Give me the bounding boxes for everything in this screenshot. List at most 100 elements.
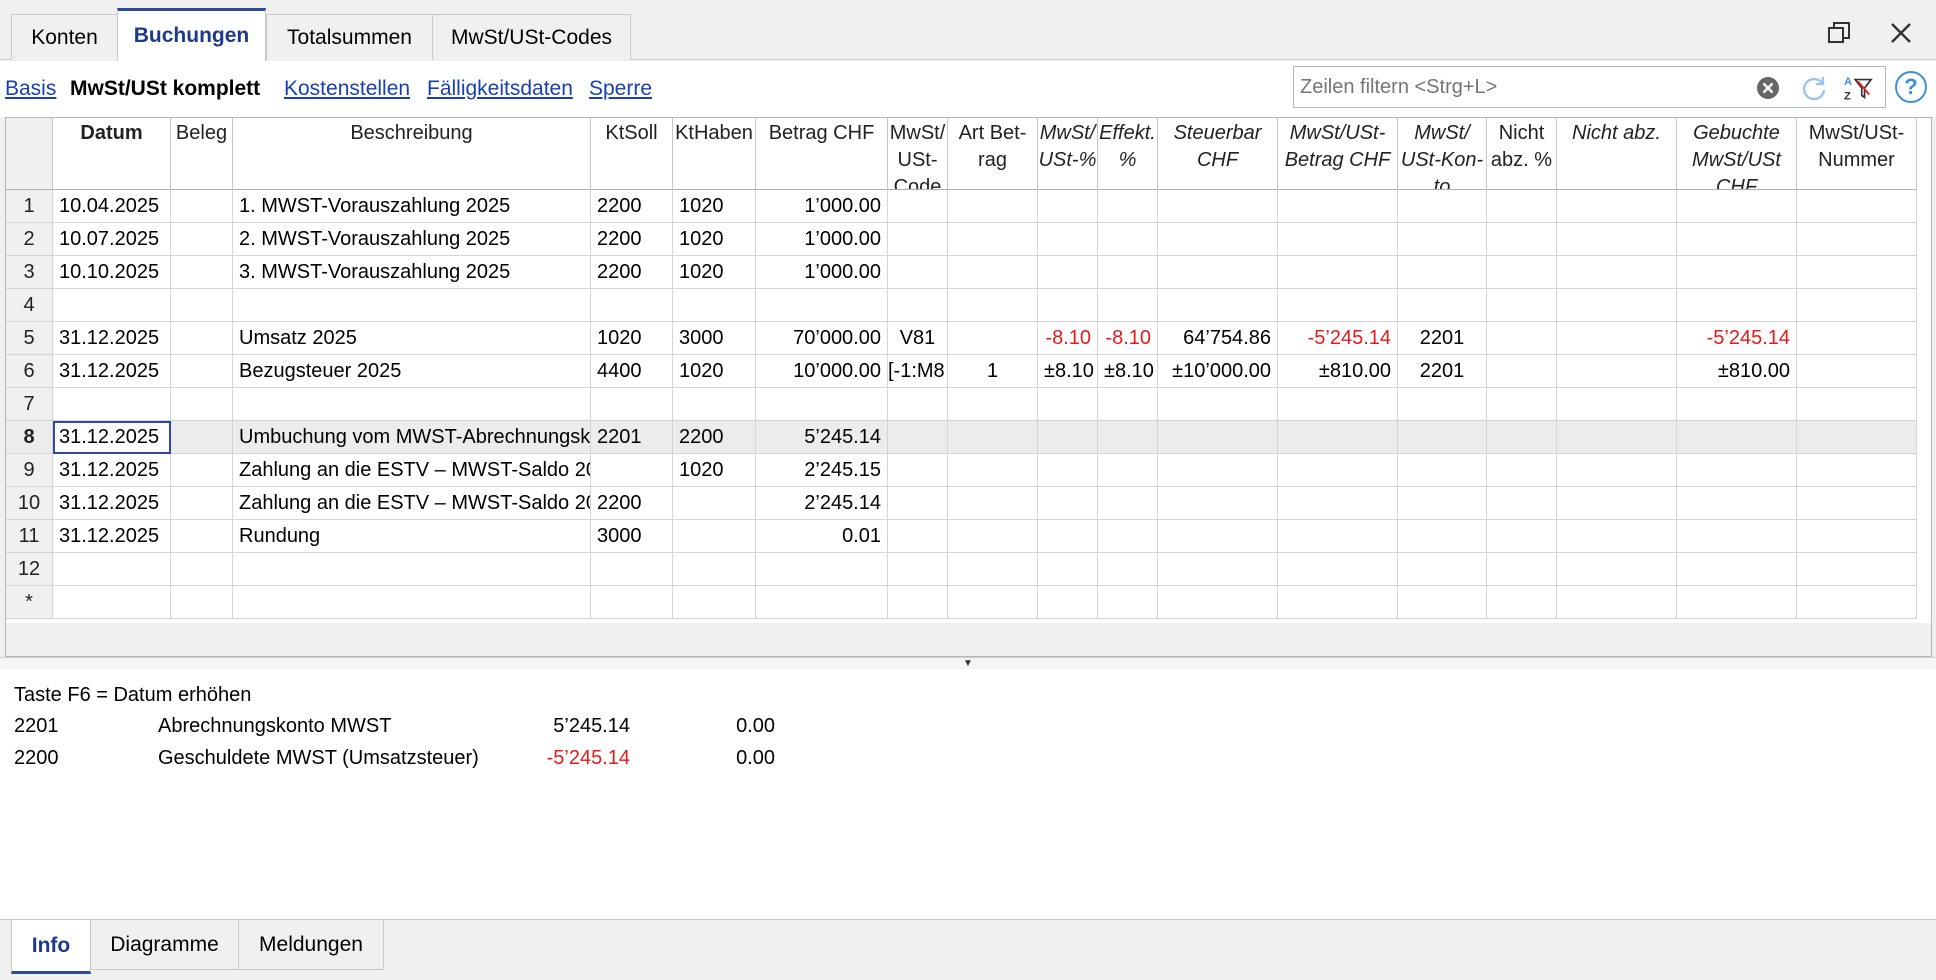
row-number[interactable]: 9 [6,454,53,487]
cell-mwst-nummer[interactable] [1797,355,1917,388]
cell-beschreibung[interactable]: Rundung [233,520,591,553]
cell-beschreibung[interactable]: Umbuchung vom MWST-Abrechnungskonto [233,421,591,454]
cell-mwst-prozent[interactable]: -8.10 [1038,322,1098,355]
cell-datum[interactable] [53,388,171,421]
cell-effekt-prozent[interactable]: -8.10 [1098,322,1158,355]
cell-gebuchte-mwst-chf[interactable] [1677,520,1797,553]
cell-mwst-prozent[interactable] [1038,421,1098,454]
cell-mwst-nummer[interactable] [1797,520,1917,553]
cell-nicht-abz-prozent[interactable] [1487,190,1557,223]
cell-steuerbar-chf[interactable] [1158,289,1278,322]
cell-art-betrag[interactable] [948,454,1038,487]
cell-mwst-code[interactable] [888,223,948,256]
cell-mwst-betrag-chf[interactable] [1278,421,1398,454]
table-row[interactable]: 11 31.12.2025 Rundung 3000 0.01 [6,520,1917,553]
cell-mwst-prozent[interactable] [1038,289,1098,322]
cell-beleg[interactable] [171,520,233,553]
cell-art-betrag[interactable]: 1 [948,355,1038,388]
cell-mwst-betrag-chf[interactable] [1278,256,1398,289]
cell-effekt-prozent[interactable] [1098,487,1158,520]
cell-nicht-abz[interactable] [1557,421,1677,454]
cell-datum[interactable]: 31.12.2025 [53,520,171,553]
cell-effekt-prozent[interactable] [1098,520,1158,553]
cell-kthaben[interactable] [673,289,756,322]
cell-kthaben[interactable]: 1020 [673,454,756,487]
column-header-ktsoll[interactable]: KtSoll [591,118,673,190]
column-header-mwst-code[interactable]: MwSt/ USt- Code [888,118,948,190]
cell-kthaben[interactable]: 3000 [673,322,756,355]
cell-mwst-nummer[interactable] [1797,256,1917,289]
cell-effekt-prozent[interactable]: ±8.10 [1098,355,1158,388]
cell-datum[interactable] [53,553,171,586]
cell-mwst-nummer[interactable] [1797,553,1917,586]
cell-mwst-betrag-chf[interactable] [1278,553,1398,586]
cell-effekt-prozent[interactable] [1098,586,1158,619]
cell-steuerbar-chf[interactable] [1158,190,1278,223]
cell-beleg[interactable] [171,421,233,454]
cell-beleg[interactable] [171,223,233,256]
cell-mwst-betrag-chf[interactable]: -5’245.14 [1278,322,1398,355]
cell-beschreibung[interactable] [233,586,591,619]
table-row[interactable]: 10 31.12.2025 Zahlung an die ESTV – MWST-S… [6,487,1917,520]
cell-beschreibung[interactable] [233,553,591,586]
row-number[interactable]: 12 [6,553,53,586]
cell-mwst-nummer[interactable] [1797,454,1917,487]
column-header-kthaben[interactable]: KtHaben [673,118,756,190]
cell-beleg[interactable] [171,388,233,421]
cell-beleg[interactable] [171,553,233,586]
cell-betrag-chf[interactable]: 2’245.14 [756,487,888,520]
tab-mwst-ust-codes[interactable]: MwSt/USt-Codes [432,14,631,60]
cell-mwst-code[interactable] [888,289,948,322]
cell-gebuchte-mwst-chf[interactable]: ±810.00 [1677,355,1797,388]
cell-steuerbar-chf[interactable] [1158,223,1278,256]
cell-mwst-nummer[interactable] [1797,487,1917,520]
cell-art-betrag[interactable] [948,586,1038,619]
cell-nicht-abz-prozent[interactable] [1487,553,1557,586]
cell-mwst-konto[interactable] [1398,454,1487,487]
cell-nicht-abz[interactable] [1557,355,1677,388]
cell-nicht-abz-prozent[interactable] [1487,487,1557,520]
cell-beschreibung[interactable]: Bezugsteuer 2025 [233,355,591,388]
cell-betrag-chf[interactable] [756,289,888,322]
cell-mwst-betrag-chf[interactable] [1278,487,1398,520]
column-header-nicht-abz-prozent[interactable]: Nicht abz. % [1487,118,1557,190]
column-header-steuerbar-chf[interactable]: Steuerbar CHF [1158,118,1278,190]
cell-effekt-prozent[interactable] [1098,256,1158,289]
table-row[interactable]: 12 [6,553,1917,586]
table-row[interactable]: 5 31.12.2025 Umsatz 2025 1020 3000 70’000.00 V… [6,322,1917,355]
restore-window-icon[interactable] [1824,18,1854,48]
cell-betrag-chf[interactable]: 10’000.00 [756,355,888,388]
cell-beleg[interactable] [171,454,233,487]
cell-mwst-prozent[interactable] [1038,388,1098,421]
cell-kthaben[interactable] [673,487,756,520]
cell-nicht-abz-prozent[interactable] [1487,586,1557,619]
cell-beleg[interactable] [171,322,233,355]
row-number[interactable]: 3 [6,256,53,289]
tab-diagramme[interactable]: Diagramme [90,920,239,970]
cell-datum[interactable]: 31.12.2025 [53,487,171,520]
cell-beleg[interactable] [171,355,233,388]
cell-gebuchte-mwst-chf[interactable] [1677,256,1797,289]
cell-art-betrag[interactable] [948,553,1038,586]
cell-art-betrag[interactable] [948,487,1038,520]
cell-mwst-konto[interactable] [1398,388,1487,421]
cell-steuerbar-chf[interactable]: ±10’000.00 [1158,355,1278,388]
cell-nicht-abz[interactable] [1557,388,1677,421]
cell-mwst-prozent[interactable] [1038,520,1098,553]
column-header-art-betrag[interactable]: Art Bet- rag [948,118,1038,190]
cell-kthaben[interactable] [673,388,756,421]
cell-datum[interactable]: 10.10.2025 [53,256,171,289]
cell-mwst-konto[interactable] [1398,223,1487,256]
cell-nicht-abz-prozent[interactable] [1487,223,1557,256]
cell-ktsoll[interactable] [591,388,673,421]
cell-beschreibung[interactable]: 2. MWST-Vorauszahlung 2025 [233,223,591,256]
cell-ktsoll[interactable] [591,553,673,586]
cell-mwst-konto[interactable] [1398,520,1487,553]
cell-mwst-konto[interactable]: 2201 [1398,355,1487,388]
row-number[interactable]: 5 [6,322,53,355]
tab-konten[interactable]: Konten [11,14,118,60]
cell-effekt-prozent[interactable] [1098,454,1158,487]
cell-gebuchte-mwst-chf[interactable] [1677,421,1797,454]
cell-beleg[interactable] [171,256,233,289]
cell-betrag-chf[interactable] [756,586,888,619]
